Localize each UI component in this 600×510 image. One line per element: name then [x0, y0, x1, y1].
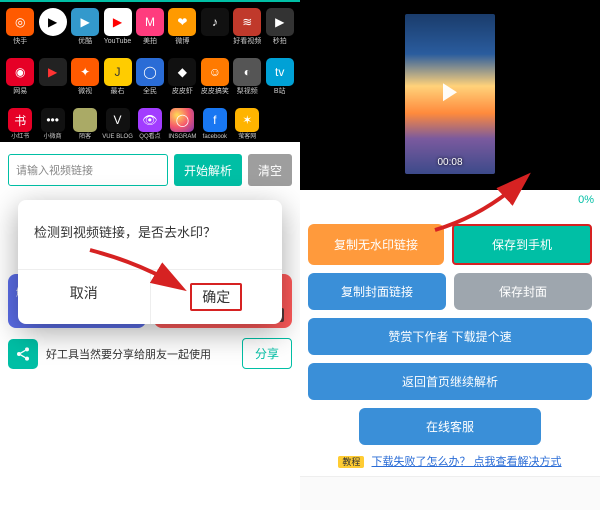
app-icon[interactable]: ♪	[199, 8, 231, 58]
app-icon[interactable]: ◉网易	[4, 58, 36, 108]
copy-cover-button[interactable]: 复制封面链接	[308, 273, 446, 310]
play-icon	[443, 83, 457, 101]
app-icon[interactable]: ◐梨视频	[231, 58, 263, 108]
share-button[interactable]: 分享	[242, 338, 292, 369]
app-icon[interactable]: ▶	[37, 58, 69, 108]
share-row: 好工具当然要分享给朋友一起使用 分享	[0, 328, 300, 369]
app-icon[interactable]: 书小红书	[4, 108, 36, 142]
right-pane: 00:08 0% 复制无水印链接 保存到手机 复制封面链接 保存封面 赞赏下作者…	[300, 0, 600, 510]
app-icon[interactable]: ffacebook	[199, 108, 231, 142]
app-icon-grid: ◎快手▶▶优酷▶YouTubeM美拍❤微博♪≋好看视频▶秒拍 ◉网易▶✦微视J最…	[0, 2, 300, 142]
app-row: ◉网易▶✦微视J最右◯全民◆皮皮虾☺皮皮搞笑◐梨视频tvB站	[4, 58, 296, 108]
app-row: 书小红书•••小微商陌客VVUE BLOG👁QQ看点◯INSGRAMffaceb…	[4, 108, 296, 144]
video-url-input[interactable]: 请输入视频链接	[8, 154, 168, 186]
app-icon[interactable]: ▶YouTube	[102, 8, 134, 58]
share-text: 好工具当然要分享给朋友一起使用	[46, 346, 234, 362]
app-icon[interactable]: ✦微视	[69, 58, 101, 108]
customer-service-button[interactable]: 在线客服	[359, 408, 541, 445]
video-preview-area: 00:08	[300, 0, 600, 190]
reward-button[interactable]: 赞赏下作者 下载提个速	[308, 318, 592, 355]
copy-nowatermark-button[interactable]: 复制无水印链接	[308, 224, 444, 265]
app-icon[interactable]: tvB站	[264, 58, 296, 108]
progress-text: 0%	[578, 194, 594, 206]
app-icon[interactable]: 👁QQ看点	[134, 108, 166, 142]
app-icon[interactable]: •••小微商	[37, 108, 69, 142]
back-home-button[interactable]: 返回首页继续解析	[308, 363, 592, 400]
app-icon[interactable]: ◎快手	[4, 8, 36, 58]
action-buttons: 复制无水印链接 保存到手机 复制封面链接 保存封面 赞赏下作者 下载提个速 返回…	[300, 210, 600, 475]
app-icon[interactable]: ◯全民	[134, 58, 166, 108]
app-icon[interactable]	[264, 108, 296, 142]
app-icon[interactable]: M美拍	[134, 8, 166, 58]
app-icon[interactable]: ☺皮皮搞笑	[199, 58, 231, 108]
help-link[interactable]: 下载失败了怎么办？ 点我查看解决方式	[372, 456, 562, 468]
app-icon[interactable]: J最右	[102, 58, 134, 108]
app-icon[interactable]: ✶萤客网	[231, 108, 263, 142]
confirm-highlight: 确定	[190, 283, 242, 311]
app-icon[interactable]: ▶秒拍	[264, 8, 296, 58]
tutorial-badge: 教程	[338, 456, 364, 468]
app-icon[interactable]: VVUE BLOG	[102, 108, 134, 142]
url-input-area: 请输入视频链接 开始解析 清空	[0, 142, 300, 194]
app-icon[interactable]: ▶	[37, 8, 69, 58]
left-pane: ◎快手▶▶优酷▶YouTubeM美拍❤微博♪≋好看视频▶秒拍 ◉网易▶✦微视J最…	[0, 0, 300, 510]
clear-button[interactable]: 清空	[248, 154, 292, 186]
video-timestamp: 00:08	[437, 157, 462, 168]
save-cover-button[interactable]: 保存封面	[454, 273, 592, 310]
app-icon[interactable]: ❤微博	[167, 8, 199, 58]
app-icon[interactable]: ◯INSGRAM	[167, 108, 199, 142]
app-icon[interactable]: ▶优酷	[69, 8, 101, 58]
parse-button[interactable]: 开始解析	[174, 154, 242, 186]
bottom-nav-bar	[300, 476, 600, 510]
app-icon[interactable]: 陌客	[69, 108, 101, 142]
app-row: ◎快手▶▶优酷▶YouTubeM美拍❤微博♪≋好看视频▶秒拍	[4, 8, 296, 58]
app-icon[interactable]: ≋好看视频	[231, 8, 263, 58]
video-thumbnail[interactable]: 00:08	[405, 14, 495, 174]
red-arrow-annotation	[430, 170, 540, 245]
red-arrow-annotation	[85, 245, 195, 305]
help-row: 教程 下载失败了怎么办？ 点我查看解决方式	[308, 453, 592, 469]
app-icon[interactable]: ◆皮皮虾	[167, 58, 199, 108]
share-icon	[8, 339, 38, 369]
